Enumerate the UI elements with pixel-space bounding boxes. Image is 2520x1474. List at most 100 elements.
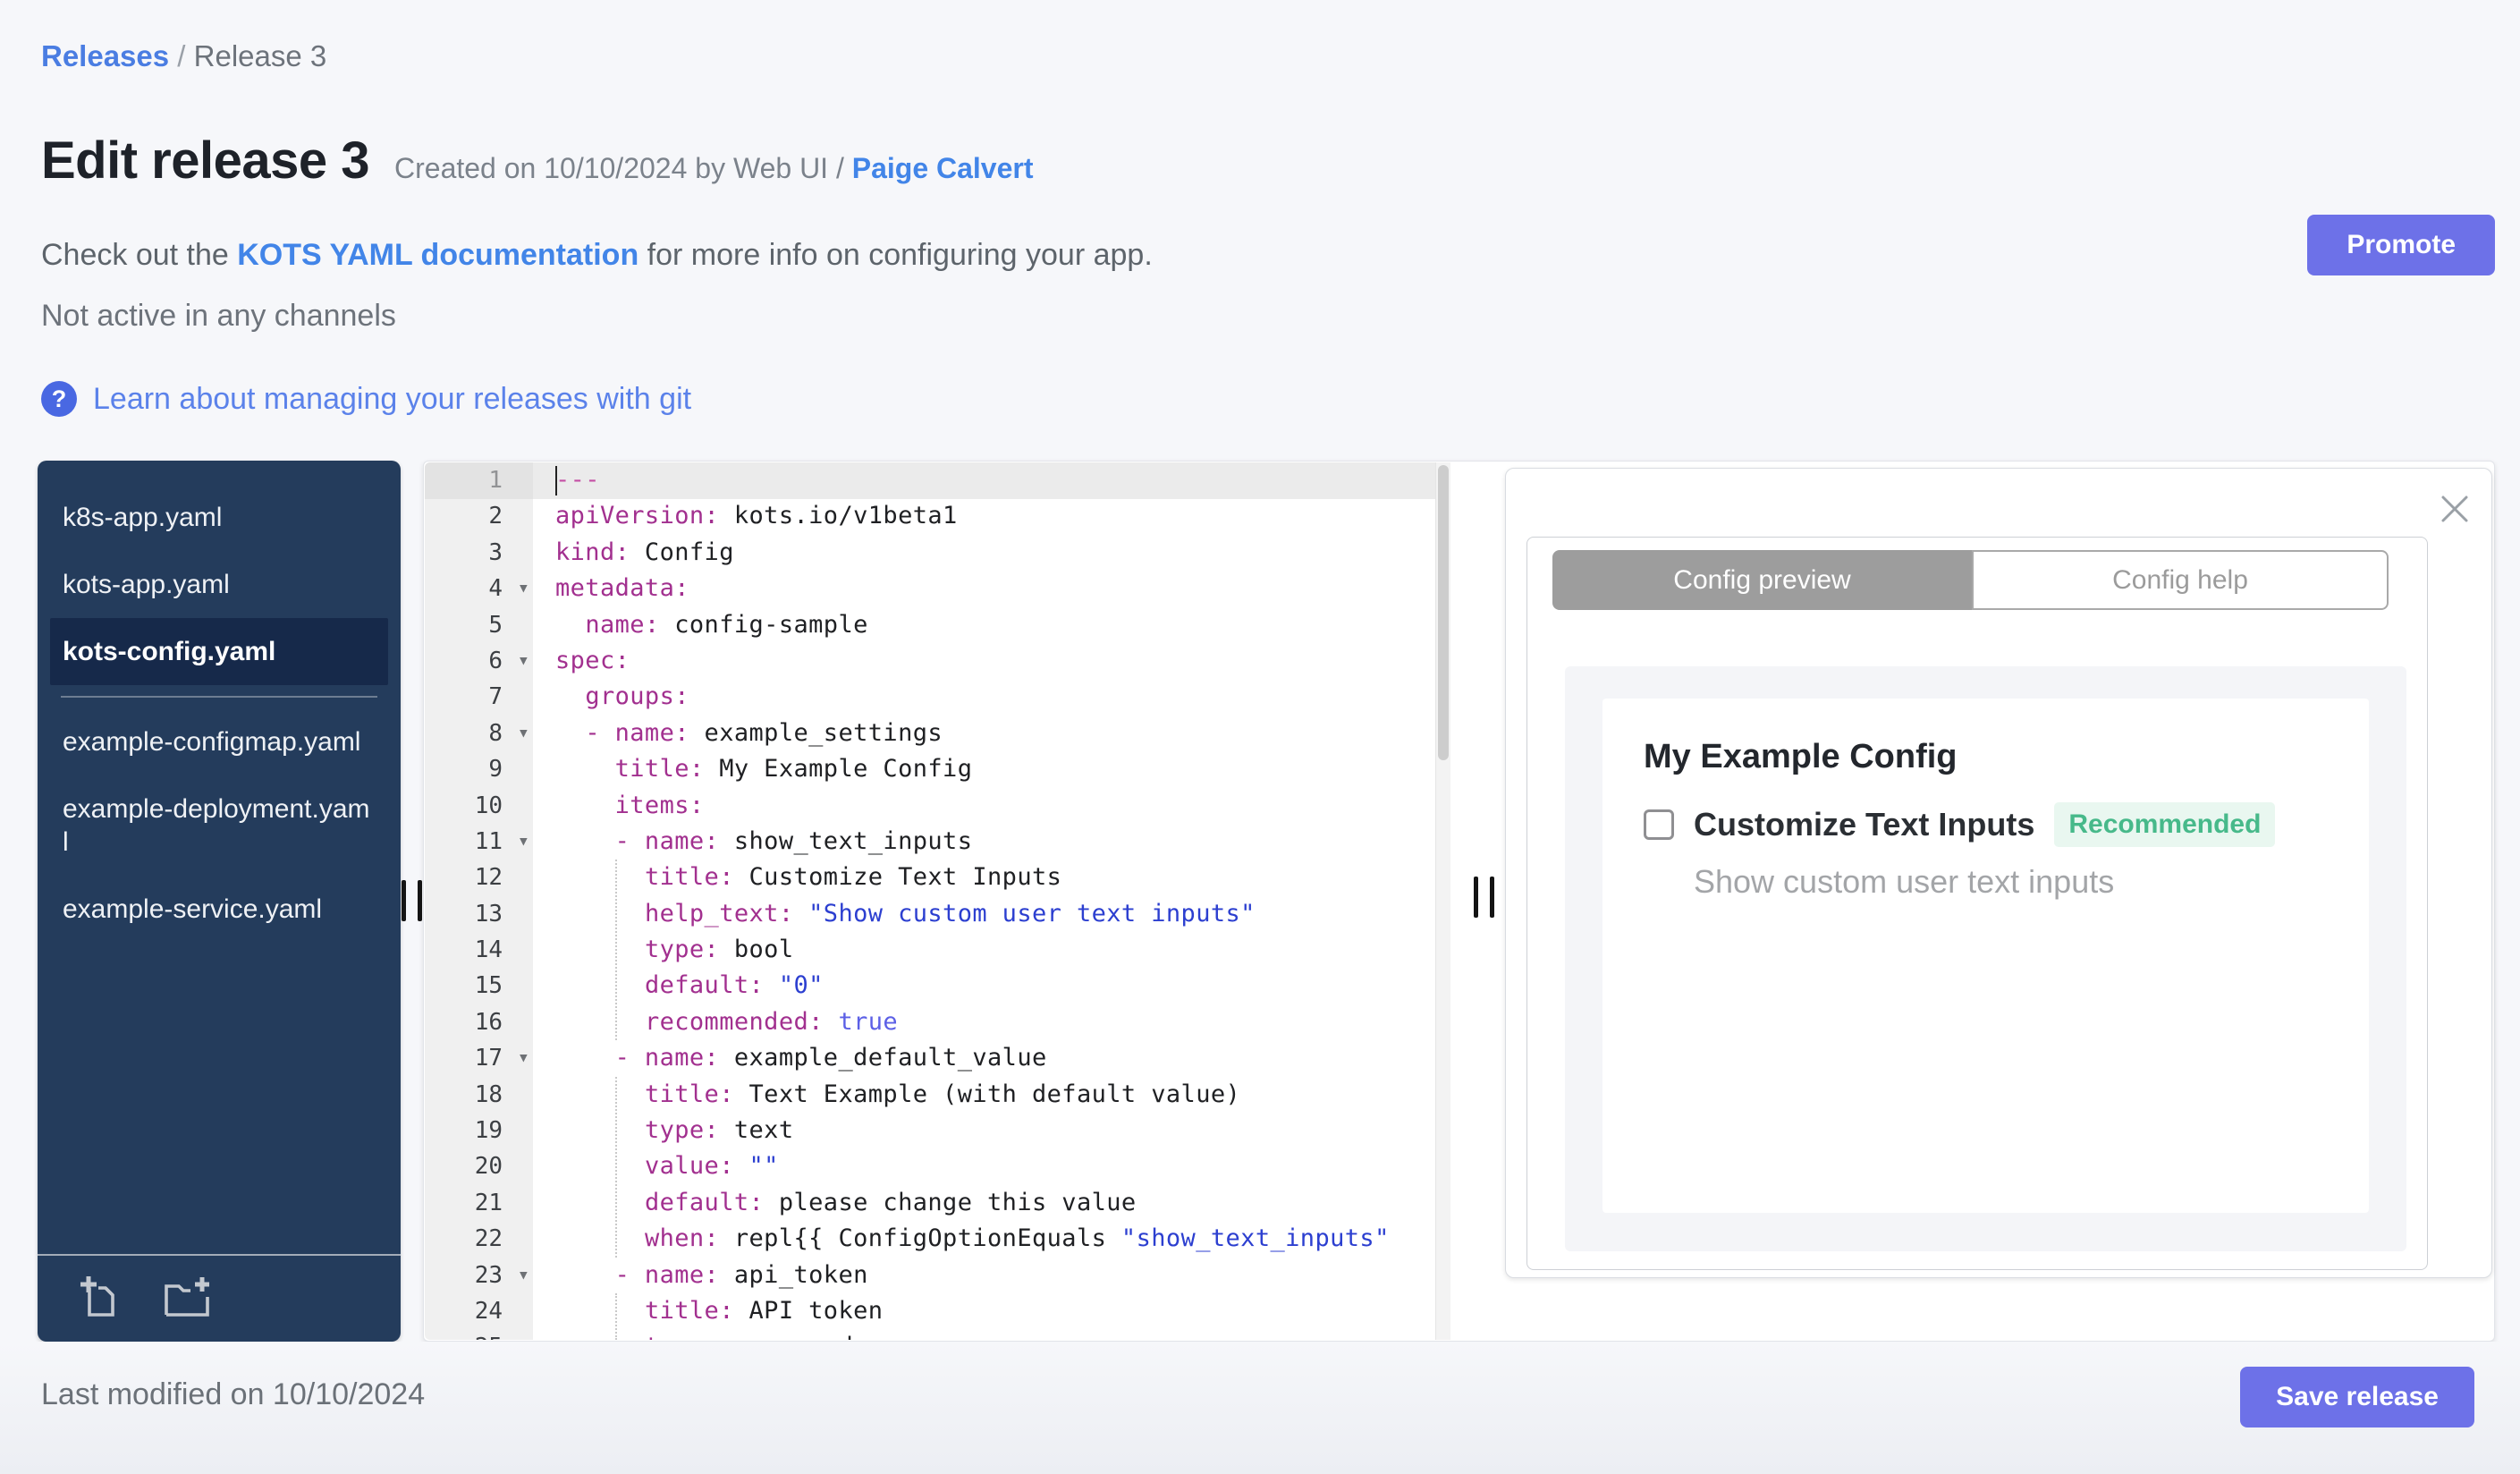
code-line[interactable]: when: repl{{ ConfigOptionEquals "show_te… (533, 1221, 1450, 1257)
code-line[interactable]: recommended: true (533, 1004, 1450, 1040)
gutter-line-number[interactable]: 10 (425, 788, 533, 824)
config-item-label: Customize Text Inputs (1694, 806, 2035, 843)
breadcrumb-releases-link[interactable]: Releases (41, 39, 169, 72)
gutter-line-number[interactable]: 20 (425, 1148, 533, 1184)
code-line[interactable]: type: password (533, 1329, 1450, 1340)
file-item[interactable]: example-configmap.yaml (50, 708, 388, 775)
kots-yaml-doc-link[interactable]: KOTS YAML documentation (237, 238, 638, 272)
git-help-link[interactable]: Learn about managing your releases with … (93, 382, 691, 417)
config-panel-inner: Config preview Config help My Example Con… (1526, 537, 2428, 1270)
code-line[interactable]: groups: (533, 679, 1450, 715)
code-line[interactable]: title: My Example Config (533, 751, 1450, 787)
yaml-editor[interactable]: 1234▾56▾78▾91011▾121314151617▾1819202122… (425, 462, 1450, 1340)
sidebar-footer-divider (38, 1254, 401, 1256)
gutter-line-number[interactable]: 5 (425, 607, 533, 643)
code-line[interactable]: title: Text Example (with default value) (533, 1077, 1450, 1113)
indent-guide (615, 1293, 617, 1340)
fold-arrow-icon[interactable]: ▾ (518, 571, 529, 606)
help-question-icon[interactable]: ? (41, 381, 77, 417)
code-line[interactable]: type: text (533, 1113, 1450, 1148)
code-line[interactable]: default: "0" (533, 968, 1450, 1004)
editor-gutter: 1234▾56▾78▾91011▾121314151617▾1819202122… (425, 462, 533, 1340)
fold-arrow-icon[interactable]: ▾ (518, 716, 529, 751)
config-group-title: My Example Config (1644, 738, 1958, 775)
created-info: Created on 10/10/2024 by Web UI / Paige … (394, 152, 1034, 185)
last-modified-text: Last modified on 10/10/2024 (41, 1377, 426, 1411)
new-folder-icon[interactable] (161, 1274, 211, 1320)
sidebar-divider (61, 696, 377, 698)
gutter-line-number[interactable]: 8 ▾ (425, 716, 533, 751)
gutter-line-number[interactable]: 16 (425, 1004, 533, 1040)
gutter-line-number[interactable]: 2 (425, 498, 533, 534)
code-lines[interactable]: --- apiVersion: kots.io/v1beta1 kind: Conf… (533, 462, 1450, 1340)
code-line[interactable]: title: API token (533, 1293, 1450, 1329)
breadcrumb-separator: / (169, 39, 194, 72)
file-item[interactable]: k8s-app.yaml (50, 484, 388, 551)
gutter-line-number[interactable]: 7 (425, 679, 533, 715)
new-file-icon[interactable] (77, 1274, 123, 1320)
config-preview-card: My Example Config Customize Text Inputs … (1602, 699, 2369, 1213)
config-checkbox[interactable] (1644, 809, 1674, 840)
code-line[interactable]: type: bool (533, 932, 1450, 968)
editor-scrollbar[interactable] (1435, 462, 1450, 1340)
title-row: Edit release 3 Created on 10/10/2024 by … (41, 131, 1034, 191)
gutter-line-number[interactable]: 23 ▾ (425, 1258, 533, 1293)
fold-arrow-icon[interactable]: ▾ (518, 643, 529, 679)
gutter-line-number[interactable]: 24 (425, 1293, 533, 1329)
gutter-line-number[interactable]: 15 (425, 968, 533, 1004)
gutter-line-number[interactable]: 13 (425, 896, 533, 932)
code-line[interactable]: spec: (533, 643, 1450, 679)
gutter-line-number[interactable]: 12 (425, 860, 533, 895)
code-line[interactable]: apiVersion: kots.io/v1beta1 (533, 498, 1450, 534)
gutter-line-number[interactable]: 25 (425, 1329, 533, 1340)
file-item[interactable]: example-service.yaml (50, 876, 388, 943)
gutter-line-number[interactable]: 6 ▾ (425, 643, 533, 679)
gutter-line-number[interactable]: 19 (425, 1113, 533, 1148)
gutter-line-number[interactable]: 18 (425, 1077, 533, 1113)
save-release-button[interactable]: Save release (2240, 1367, 2474, 1427)
code-line[interactable]: title: Customize Text Inputs (533, 860, 1450, 895)
indent-guide (615, 1077, 617, 1258)
gutter-line-number[interactable]: 11 ▾ (425, 824, 533, 860)
gutter-line-number[interactable]: 9 (425, 751, 533, 787)
author-link[interactable]: Paige Calvert (852, 152, 1034, 184)
code-line[interactable]: help_text: "Show custom user text inputs… (533, 896, 1450, 932)
gutter-line-number[interactable]: 14 (425, 932, 533, 968)
code-line[interactable]: kind: Config (533, 535, 1450, 571)
code-line[interactable]: value: "" (533, 1148, 1450, 1184)
footer-bar: Last modified on 10/10/2024 Save release (0, 1342, 2520, 1474)
tab-config-help[interactable]: Config help (1972, 550, 2389, 610)
fold-arrow-icon[interactable]: ▾ (518, 1040, 529, 1076)
promote-button[interactable]: Promote (2307, 215, 2495, 275)
editor-scrollbar-thumb[interactable] (1438, 465, 1449, 760)
tab-config-preview[interactable]: Config preview (1552, 550, 1972, 610)
file-item[interactable]: kots-config.yaml (50, 618, 388, 685)
code-line[interactable]: name: config-sample (533, 607, 1450, 643)
git-help-row: ? Learn about managing your releases wit… (41, 381, 691, 417)
fold-arrow-icon[interactable]: ▾ (518, 824, 529, 860)
gutter-line-number[interactable]: 4 ▾ (425, 571, 533, 606)
code-line[interactable]: metadata: (533, 571, 1450, 606)
code-line[interactable]: --- (533, 462, 1450, 498)
gutter-line-number[interactable]: 17 ▾ (425, 1040, 533, 1076)
gutter-line-number[interactable]: 21 (425, 1185, 533, 1221)
code-line[interactable]: items: (533, 788, 1450, 824)
panel-resize-handle[interactable] (1474, 877, 1494, 918)
gutter-line-number[interactable]: 22 (425, 1221, 533, 1257)
close-icon[interactable] (2438, 492, 2472, 526)
code-line[interactable]: - name: api_token (533, 1258, 1450, 1293)
active-gutter-cell (425, 462, 533, 499)
channel-status: Not active in any channels (41, 299, 396, 333)
fold-arrow-icon[interactable]: ▾ (518, 1258, 529, 1293)
file-list-top: k8s-app.yaml kots-app.yaml kots-config.yam… (38, 484, 401, 685)
sidebar-resize-handle[interactable] (402, 880, 422, 921)
code-line[interactable]: - name: example_settings (533, 716, 1450, 751)
config-preview-area: My Example Config Customize Text Inputs … (1565, 666, 2406, 1251)
doc-line-suffix: for more info on configuring your app. (638, 238, 1153, 272)
file-item[interactable]: example-deployment.yaml (50, 775, 388, 876)
file-item[interactable]: kots-app.yaml (50, 551, 388, 618)
code-line[interactable]: - name: show_text_inputs (533, 824, 1450, 860)
code-line[interactable]: - name: example_default_value (533, 1040, 1450, 1076)
gutter-line-number[interactable]: 3 (425, 535, 533, 571)
code-line[interactable]: default: please change this value (533, 1185, 1450, 1221)
